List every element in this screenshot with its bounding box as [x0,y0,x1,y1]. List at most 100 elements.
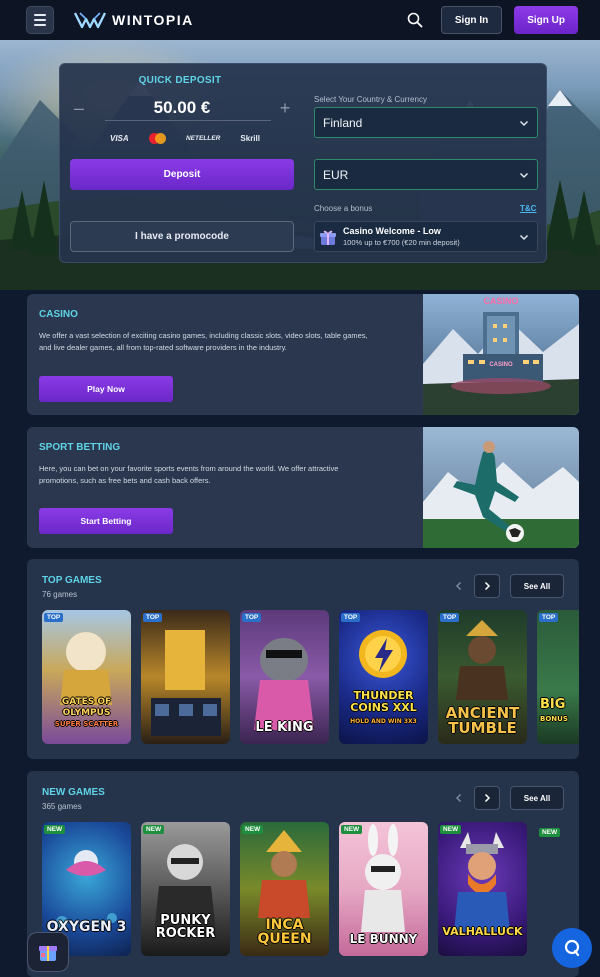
new-games-count: 365 games [42,802,82,811]
new-badge: NEW [539,828,561,837]
chat-icon [564,939,580,957]
amount-stepper: – 50.00 € + [71,96,293,120]
casino-sign-mid: CASINO [489,362,513,368]
brand-name: WINTOPIA [112,12,194,28]
game-title: VALHALLUCK [442,925,523,938]
support-chat-button[interactable] [552,928,592,968]
top-badge: TOP [440,613,460,622]
new-badge: NEW [44,825,66,834]
casino-building-image: CASINO CASINO [423,294,579,415]
new-games-section: NEW GAMES 365 games See All NEW OXYGEN 3… [27,771,579,977]
amount-value[interactable]: 50.00 € [87,98,277,118]
amount-underline [105,120,271,121]
chevron-right-icon [484,581,491,591]
app-launcher-button[interactable] [27,932,69,972]
gift-icon [320,230,336,245]
currency-select[interactable]: EUR [314,159,538,190]
gift-box-icon [39,946,57,961]
country-currency-label: Select Your Country & Currency [314,95,427,104]
increase-amount-button[interactable]: + [277,98,293,119]
country-value: Finland [323,115,363,130]
see-all-button[interactable]: See All [510,574,564,598]
sign-up-button[interactable]: Sign Up [514,6,578,34]
game-tile[interactable]: TOP THUNDER COINS XXL HOLD AND WIN 3X3 [339,610,428,744]
search-icon[interactable] [407,12,423,28]
visa-logo: VISA [110,134,129,143]
bonus-select[interactable]: Casino Welcome - Low 100% up to €700 (€2… [314,221,538,252]
game-subtitle: BONUS [540,715,568,723]
game-tile[interactable]: TOP BIG BONUS [537,610,579,744]
chevron-left-icon [455,793,462,803]
prev-arrow-button[interactable] [446,786,472,810]
deposit-button[interactable]: Deposit [70,159,294,190]
game-title: INCA QUEEN [257,917,312,947]
game-title: LE BUNNY [349,932,418,946]
terms-link[interactable]: T&C [520,204,536,213]
mastercard-icon [148,133,166,144]
new-games-title: NEW GAMES [42,787,105,798]
decrease-amount-button[interactable]: – [71,98,87,119]
game-art [151,630,221,736]
quick-deposit-panel: QUICK DEPOSIT – 50.00 € + VISA NETELLER … [59,63,547,263]
sport-betting-description: Here, you can bet on your favorite sport… [39,464,339,485]
game-tile[interactable]: TOP GATES OF OLYMPUS SUPER SCATTER [42,610,131,744]
game-tile[interactable]: NEW VALHALLUCK [438,822,527,956]
logo-mark-icon [74,12,106,29]
sign-in-button[interactable]: Sign In [440,6,503,34]
country-select[interactable]: Finland [314,107,538,138]
game-title: GATES OF OLYMPUS [61,697,112,718]
top-games-row: TOP GATES OF OLYMPUS SUPER SCATTER TOP TO… [42,610,579,744]
game-tile[interactable]: NEW LE BUNNY [339,822,428,956]
logo[interactable]: WINTOPIA [74,11,194,29]
chevron-down-icon [519,120,529,126]
casino-description: We offer a vast selection of exciting ca… [39,331,368,352]
chevron-right-icon [484,793,491,803]
game-title: LE KING [255,720,314,735]
game-tile[interactable]: NEW INCA QUEEN [240,822,329,956]
new-badge: NEW [143,825,165,834]
promocode-button[interactable]: I have a promocode [70,221,294,252]
game-tile[interactable]: NEW PUNKY ROCKER [141,822,230,956]
top-games-title: TOP GAMES [42,575,102,586]
game-subtitle: SUPER SCATTER [54,720,119,728]
next-arrow-button[interactable] [474,574,500,598]
game-title: ANCIENT TUMBLE [445,704,520,737]
top-header: WINTOPIA Sign In Sign Up [0,0,600,40]
casino-sign-top: CASINO [483,296,518,306]
casino-title: CASINO [39,309,78,320]
start-betting-button[interactable]: Start Betting [39,508,173,534]
casino-promo-card: CASINO We offer a vast selection of exci… [27,294,579,415]
new-badge: NEW [341,825,363,834]
bonus-title: Casino Welcome - Low [343,226,441,236]
game-title: THUNDER COINS XXL [350,689,417,714]
top-games-count: 76 games [42,590,78,599]
game-tile[interactable]: TOP [141,610,230,744]
choose-bonus-label: Choose a bonus [314,204,373,213]
game-tile[interactable]: TOP LE KING [240,610,329,744]
new-games-row: NEW OXYGEN 3 NEW PUNKY ROCKER NEW INCA Q… [42,822,579,956]
top-games-section: TOP GAMES 76 games See All TOP GATES OF … [27,559,579,759]
quick-deposit-title: QUICK DEPOSIT [138,75,222,86]
game-tile[interactable]: TOP ANCIENT TUMBLE [438,610,527,744]
currency-value: EUR [323,167,349,182]
new-badge: NEW [440,825,462,834]
new-badge: NEW [242,825,264,834]
football-player-image [423,427,579,548]
top-badge: TOP [143,613,163,622]
sport-betting-promo-card: SPORT BETTING Here, you can bet on your … [27,427,579,548]
top-badge: TOP [539,613,559,622]
neteller-logo: NETELLER [185,135,221,142]
play-now-button[interactable]: Play Now [39,376,173,402]
skrill-logo: Skrill [240,134,260,143]
prev-arrow-button[interactable] [446,574,472,598]
game-title: BIG [540,697,566,712]
chevron-down-icon [519,172,529,178]
next-arrow-button[interactable] [474,786,500,810]
menu-icon[interactable] [26,6,54,34]
chevron-down-icon [519,234,529,240]
game-title: PUNKY ROCKER [155,913,216,941]
game-subtitle: HOLD AND WIN 3X3 [350,718,417,725]
see-all-button[interactable]: See All [510,786,564,810]
top-badge: TOP [44,613,64,622]
payment-methods: VISA NETELLER Skrill [110,133,260,144]
